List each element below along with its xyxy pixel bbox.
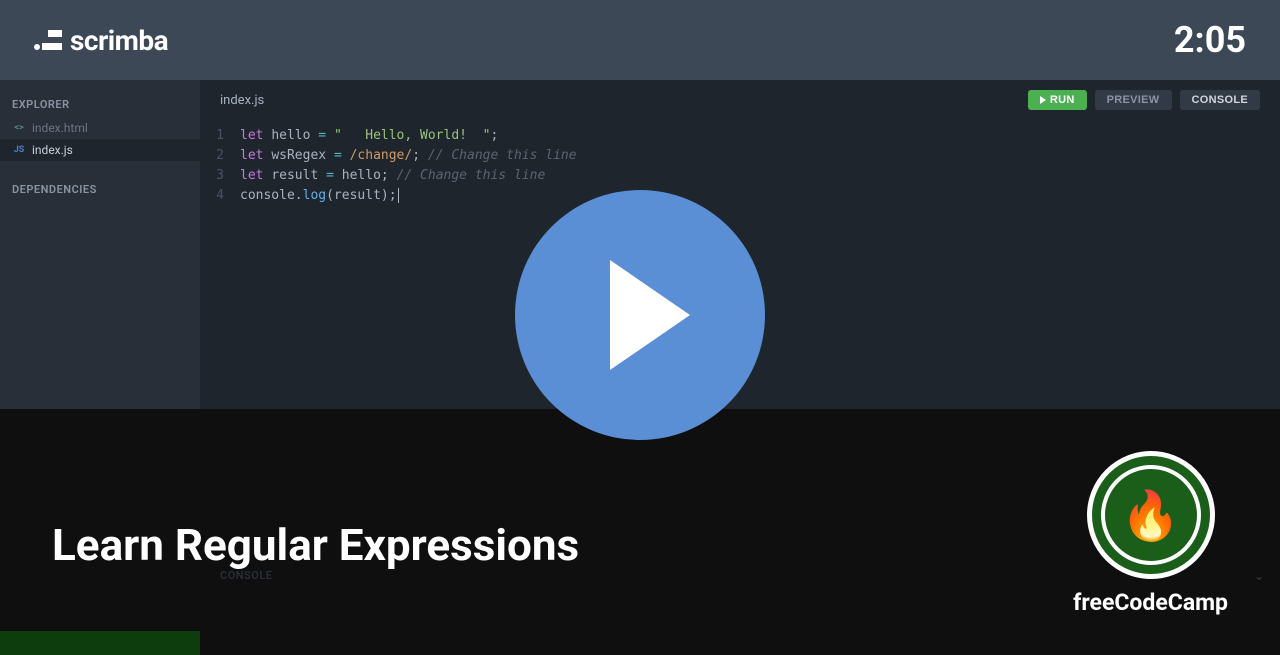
code-line: 4console.log(result); [200, 186, 1280, 206]
code-line: 2let wsRegex = /change/; // Change this … [200, 146, 1280, 166]
author-badge: 🔥 freeCodeCamp [1073, 451, 1228, 616]
video-overlay-section: CONSOLE ⌄ Learn Regular Expressions 🔥 fr… [0, 409, 1280, 655]
line-number: 1 [200, 126, 240, 146]
line-number: 3 [200, 166, 240, 186]
brand-logo[interactable]: scrimba [34, 24, 168, 57]
line-number: 4 [200, 186, 240, 206]
html-file-icon: <> [12, 121, 26, 135]
play-video-button[interactable] [515, 190, 765, 440]
author-name: freeCodeCamp [1073, 589, 1228, 616]
brand-name: scrimba [70, 24, 168, 57]
play-icon [610, 260, 690, 370]
line-content[interactable]: let hello = " Hello, World! "; [240, 126, 1280, 146]
line-content[interactable]: console.log(result); [240, 186, 1280, 206]
app-header: scrimba 2:05 [0, 0, 1280, 80]
lesson-title: Learn Regular Expressions [52, 519, 579, 571]
file-name: index.js [32, 143, 73, 157]
active-file-tab[interactable]: index.js [220, 93, 264, 108]
file-name: index.html [32, 121, 88, 135]
play-icon [1040, 96, 1046, 104]
progress-bar [0, 631, 200, 655]
flame-icon: 🔥 [1121, 487, 1181, 544]
file-item-index-js[interactable]: JS index.js [0, 139, 200, 161]
js-file-icon: JS [12, 143, 26, 157]
video-timer: 2:05 [1174, 19, 1246, 61]
chevron-down-icon[interactable]: ⌄ [1254, 569, 1264, 583]
code-line: 3let result = hello; // Change this line [200, 166, 1280, 186]
editor-toolbar: index.js RUN PREVIEW CONSOLE [200, 80, 1280, 116]
line-number: 2 [200, 146, 240, 166]
dependencies-heading: DEPENDENCIES [0, 177, 200, 202]
file-item-index-html[interactable]: <> index.html [0, 117, 200, 139]
explorer-heading: EXPLORER [0, 92, 200, 117]
console-button[interactable]: CONSOLE [1180, 90, 1261, 110]
preview-button[interactable]: PREVIEW [1095, 90, 1172, 110]
line-content[interactable]: let wsRegex = /change/; // Change this l… [240, 146, 1280, 166]
scrimba-icon [34, 30, 62, 50]
line-content[interactable]: let result = hello; // Change this line [240, 166, 1280, 186]
freecodecamp-logo: 🔥 [1087, 451, 1215, 579]
text-cursor [398, 188, 399, 203]
editor-actions: RUN PREVIEW CONSOLE [1028, 90, 1260, 110]
run-label: RUN [1050, 94, 1075, 106]
file-explorer-sidebar: EXPLORER <> index.html JS index.js DEPENDEN… [0, 80, 200, 409]
run-button[interactable]: RUN [1028, 90, 1087, 110]
code-line: 1let hello = " Hello, World! "; [200, 126, 1280, 146]
